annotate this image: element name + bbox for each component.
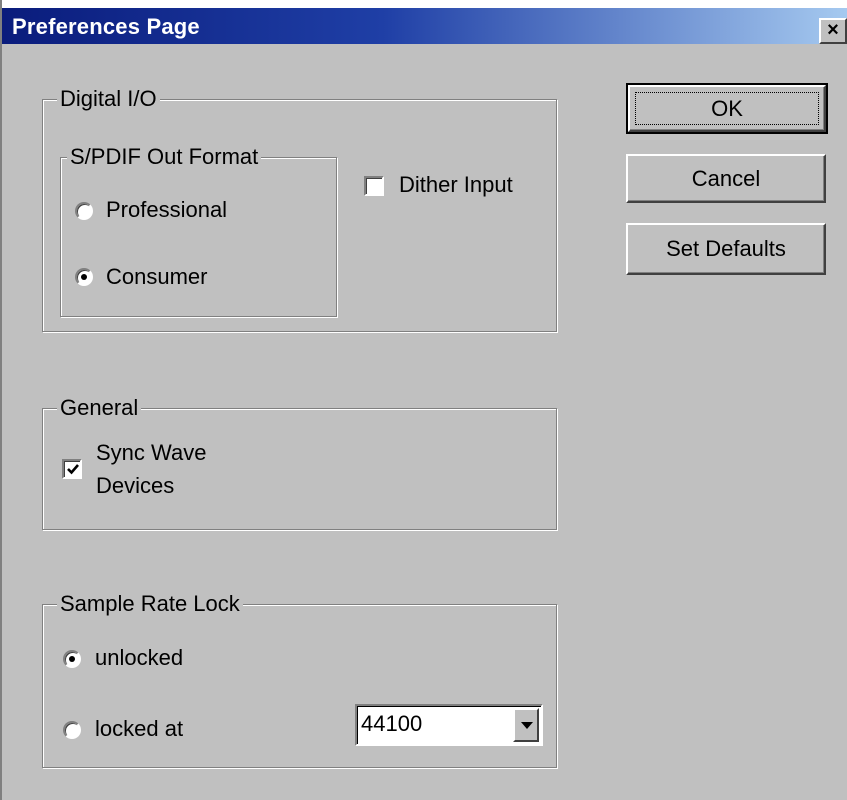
spdif-out-format-label: S/PDIF Out Format bbox=[67, 144, 262, 170]
checkmark-icon bbox=[67, 464, 79, 475]
radio-unlocked[interactable] bbox=[63, 650, 81, 668]
focus-rectangle bbox=[635, 92, 819, 125]
radio-professional[interactable] bbox=[75, 202, 93, 220]
set-defaults-button-label: Set Defaults bbox=[666, 236, 786, 261]
sync-wave-devices-checkbox[interactable] bbox=[62, 459, 82, 479]
sample-rate-lock-label: Sample Rate Lock bbox=[57, 591, 243, 617]
window-title: Preferences Page bbox=[12, 14, 200, 39]
title-bar[interactable]: Preferences Page × bbox=[2, 8, 847, 44]
window-top-edge bbox=[2, 0, 847, 8]
cancel-button[interactable]: Cancel bbox=[626, 154, 826, 203]
consumer-label[interactable]: Consumer bbox=[106, 264, 207, 290]
locked-at-label[interactable]: locked at bbox=[95, 716, 183, 742]
professional-label[interactable]: Professional bbox=[106, 197, 227, 223]
general-group: General bbox=[42, 395, 557, 530]
sync-wave-devices-label-line2[interactable]: Devices bbox=[96, 473, 174, 499]
set-defaults-button[interactable]: Set Defaults bbox=[626, 223, 826, 275]
radio-consumer[interactable] bbox=[75, 268, 93, 286]
spdif-out-format-group: S/PDIF Out Format bbox=[60, 144, 337, 317]
digital-io-label: Digital I/O bbox=[57, 86, 160, 112]
dither-input-label[interactable]: Dither Input bbox=[399, 172, 513, 198]
sample-rate-dropdown[interactable]: 44100 bbox=[355, 704, 543, 746]
close-button[interactable]: × bbox=[819, 18, 847, 44]
preferences-dialog: Preferences Page × Digital I/O S/PDIF Ou… bbox=[0, 0, 847, 800]
sync-wave-devices-label-line1[interactable]: Sync Wave bbox=[96, 440, 206, 466]
close-icon: × bbox=[827, 19, 839, 41]
sample-rate-value: 44100 bbox=[361, 711, 423, 736]
ok-button[interactable]: OK bbox=[626, 83, 828, 134]
dropdown-arrow-icon[interactable] bbox=[513, 708, 539, 742]
radio-locked-at[interactable] bbox=[63, 721, 81, 739]
general-label: General bbox=[57, 395, 142, 421]
cancel-button-label: Cancel bbox=[691, 165, 761, 191]
unlocked-label[interactable]: unlocked bbox=[95, 645, 183, 671]
dither-input-checkbox[interactable] bbox=[364, 176, 384, 196]
